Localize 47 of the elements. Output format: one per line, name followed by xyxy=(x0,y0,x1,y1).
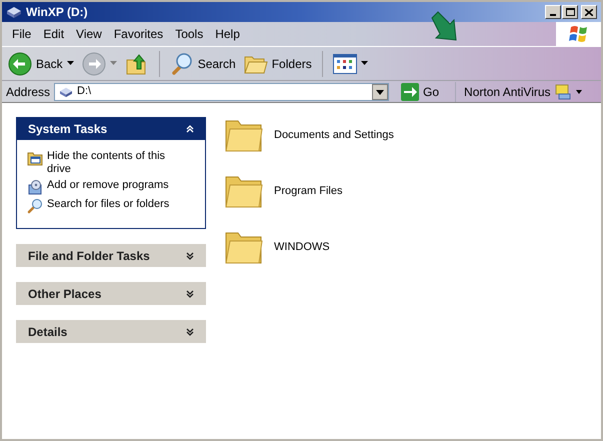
maximize-button[interactable] xyxy=(562,5,578,19)
task-link[interactable]: Add or remove programs xyxy=(47,179,179,192)
caret-icon xyxy=(110,61,117,66)
expand-chevron-icon xyxy=(186,290,194,298)
panel-header[interactable]: File and Folder Tasks xyxy=(16,244,206,267)
menu-item[interactable]: View xyxy=(70,23,108,45)
search-icon xyxy=(27,198,43,214)
menu-item[interactable]: Tools xyxy=(169,23,210,45)
panel-header[interactable]: Other Places xyxy=(16,282,206,305)
maximize-icon xyxy=(566,8,574,16)
dropdown-arrow-icon[interactable] xyxy=(574,88,583,94)
panel-header[interactable]: Details xyxy=(16,320,206,343)
menu-item[interactable]: Edit xyxy=(37,23,70,45)
views-grid-icon xyxy=(332,54,357,74)
cd-box-icon xyxy=(27,179,43,195)
task-link[interactable]: Search for files or folders xyxy=(47,198,179,211)
folder-name[interactable]: Documents and Settings xyxy=(274,126,394,144)
norton-antivirus-label: Norton AntiVirus xyxy=(464,84,551,100)
collapse-chevron-icon xyxy=(186,124,194,132)
expand-chevron-icon xyxy=(186,328,194,336)
menu-item[interactable]: Help xyxy=(209,23,246,45)
caret-icon xyxy=(360,61,368,66)
windows-logo-icon xyxy=(568,25,588,43)
folder-window-icon xyxy=(27,150,43,166)
go-button[interactable]: Go xyxy=(397,82,444,100)
search-button[interactable]: Search xyxy=(168,50,238,78)
folders-button[interactable]: Folders xyxy=(242,50,314,78)
folder-name[interactable]: Program Files xyxy=(274,182,342,200)
menu-item[interactable]: File xyxy=(6,23,38,45)
panel-header[interactable]: System Tasks xyxy=(16,117,206,140)
task-link[interactable]: Hide the contents of this drive xyxy=(47,150,179,176)
menu-item[interactable]: Favorites xyxy=(108,23,170,45)
minimize-button[interactable] xyxy=(545,5,561,19)
close-button[interactable] xyxy=(581,5,597,19)
address-label: Address xyxy=(6,84,50,100)
search-icon xyxy=(170,52,194,76)
close-icon xyxy=(585,8,593,16)
minimize-icon xyxy=(550,14,556,16)
address-field[interactable]: D:\ xyxy=(54,82,390,100)
monitor-icon[interactable] xyxy=(554,84,571,100)
folder-name[interactable]: WINDOWS xyxy=(274,238,330,256)
window-title: WinXP (D:) xyxy=(26,4,88,21)
drive-icon xyxy=(6,5,22,19)
back-button[interactable]: Back xyxy=(6,50,76,78)
expand-chevron-icon xyxy=(186,252,194,260)
drive-icon xyxy=(59,86,74,98)
caret-icon xyxy=(66,61,74,66)
